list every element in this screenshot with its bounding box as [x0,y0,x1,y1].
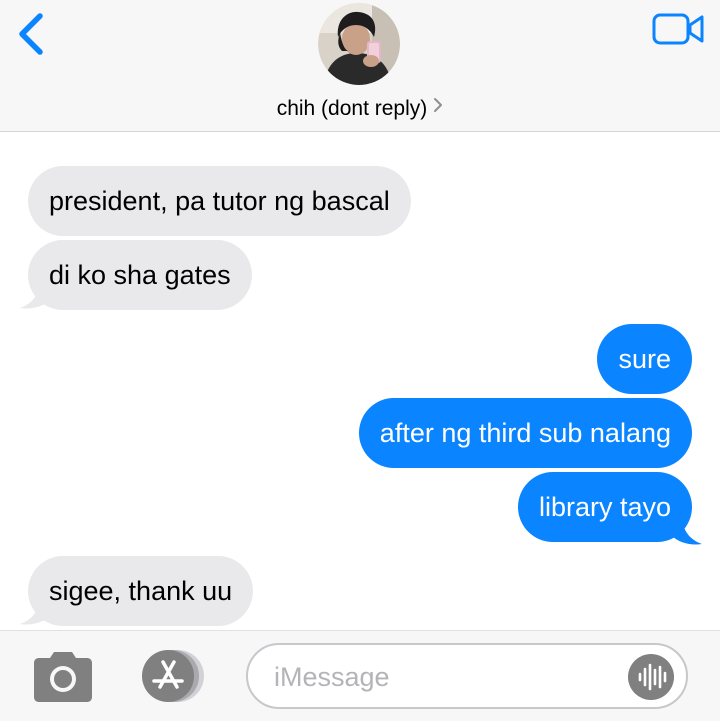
audio-message-button[interactable] [628,654,674,700]
camera-icon [34,652,92,702]
contact-name-row[interactable]: chih (dont reply) [0,94,720,124]
conversation-header: chih (dont reply) [0,0,720,132]
chevron-left-icon [19,13,43,55]
message-thread: president, pa tutor ng bascal di ko sha … [0,132,720,630]
imessage-input-field[interactable] [246,643,688,709]
video-call-button[interactable] [652,12,706,46]
contact-avatar[interactable] [318,3,400,85]
camera-button[interactable] [30,651,96,703]
outgoing-message-bubble[interactable]: library tayo [517,472,692,542]
message-input[interactable] [272,655,616,699]
app-store-button[interactable] [134,648,208,704]
back-button[interactable] [12,10,52,58]
incoming-message-bubble[interactable]: di ko sha gates [28,240,252,310]
audio-waveform-icon [628,654,674,700]
video-camera-icon [652,13,704,45]
incoming-message-bubble[interactable]: sigee, thank uu [28,556,254,626]
app-store-icon [142,650,204,702]
outgoing-message-bubble[interactable]: sure [597,324,692,394]
contact-name: chih (dont reply) [276,97,428,120]
incoming-message-bubble[interactable]: president, pa tutor ng bascal [28,166,411,236]
message-composer-bar [0,630,720,721]
outgoing-message-bubble[interactable]: after ng third sub nalang [358,398,692,468]
chevron-right-icon [433,92,443,122]
